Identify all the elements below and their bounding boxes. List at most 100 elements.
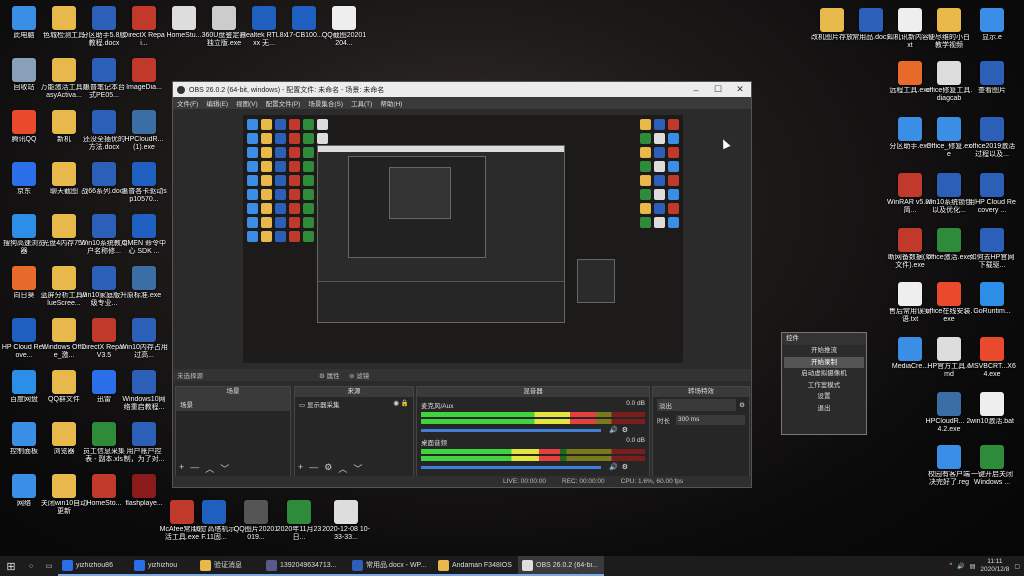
obs-logo-icon (177, 85, 185, 94)
desktop-icon[interactable]: win10系统锁包以及优化... (925, 169, 973, 225)
desktop-icon[interactable]: Office_修复.exe (925, 113, 973, 169)
speaker-icon[interactable]: 🔊 (609, 463, 618, 471)
taskbar-app[interactable]: 1392049634713... (262, 556, 348, 576)
add-icon[interactable]: + (179, 462, 184, 475)
desktop-icon[interactable]: win10激活.bat (968, 388, 1016, 444)
volume-icon[interactable]: 🔊 (957, 563, 964, 570)
menu-item[interactable]: 场景集合(S) (304, 98, 347, 108)
taskbar-app[interactable]: 验证消息 (196, 556, 262, 576)
desktop-icon[interactable]: 校园有客户端决完好了.reg (925, 441, 973, 497)
desktop-icon[interactable]: MSVBCRT...X64.exe (968, 333, 1016, 389)
desktop-icon[interactable]: office2019激活过程以及... (968, 113, 1016, 169)
desktop-icon[interactable]: office修复工具.diagcab (925, 57, 973, 113)
up-icon[interactable]: ︿ (205, 462, 214, 475)
taskbar-app[interactable]: OBS 26.0.2 (64-bi... (518, 556, 604, 576)
gear-icon[interactable]: ⚙ (622, 463, 628, 471)
filters-button[interactable]: ⊚ 滤镜 (349, 370, 369, 380)
clock[interactable]: 11:11 2020/12/8 (980, 558, 1009, 574)
desktop-icon[interactable]: 查看图片 (968, 57, 1016, 113)
desktop-icon[interactable]: 便尽维的小白教学视频 (925, 4, 973, 60)
menu-item[interactable]: 视图(V) (232, 98, 262, 108)
remove-icon[interactable]: — (190, 462, 199, 475)
menu-item[interactable]: 文件(F) (173, 98, 202, 108)
desktop-icon[interactable]: 用HP Cloud Recovery ... (968, 169, 1016, 225)
menu-item[interactable]: 帮助(H) (376, 98, 406, 108)
down-icon[interactable]: ﹀ (353, 462, 362, 475)
taskbar-app[interactable]: yizhizhou86 (58, 556, 130, 576)
start-button[interactable]: ⊞ (0, 556, 22, 576)
transition-select[interactable]: 淡出 (657, 399, 737, 411)
obs-preview-canvas[interactable] (243, 115, 683, 363)
obs-menu-bar: 文件(F) 编辑(E) 视图(V) 配置文件(P) 场景集合(S) 工具(T) 帮助(H) (173, 97, 751, 109)
desktop-icon[interactable]: OMEN 命令中心 SDK ... (120, 210, 168, 266)
network-icon[interactable]: ▤ (970, 563, 976, 570)
desktop-icon[interactable]: 原标准.exe (120, 262, 168, 318)
desktop-icon-image (12, 422, 36, 446)
maximize-icon[interactable]: ☐ (707, 82, 729, 97)
desktop-icon[interactable]: QQ截图20201204... (320, 2, 368, 58)
desktop-icon[interactable]: 16寸高塔机示 F.11固... (190, 496, 238, 552)
desktop-icon[interactable]: 2020-12-08 10-33-33... (322, 496, 370, 552)
desktop-icon[interactable]: office在线安装.exe (925, 278, 973, 334)
obs-title-bar[interactable]: OBS 26.0.2 (64-bit, windows) - 配置文件: 未命名… (173, 82, 751, 97)
menu-item[interactable]: 配置文件(P) (262, 98, 305, 108)
desktop-icon[interactable]: ImageDia... (120, 54, 168, 110)
duration-input[interactable]: 300 ms (676, 415, 745, 425)
desktop-icon[interactable]: HP官方工具.cmd (925, 333, 973, 389)
desktop-icon-label: 惠普各卡驱动sp10570... (121, 188, 167, 203)
desktop-icon-label: MSVBCRT...X64.exe (968, 363, 1016, 378)
obs-window[interactable]: OBS 26.0.2 (64-bit, windows) - 配置文件: 未命名… (172, 81, 752, 488)
close-icon[interactable]: ✕ (729, 82, 751, 97)
gear-icon[interactable]: ⚙ (324, 462, 332, 475)
down-icon[interactable]: ﹀ (220, 462, 229, 475)
desktop-icon[interactable]: 用户账户控制，为了对... (120, 418, 168, 474)
desktop-icon[interactable]: office激活.exe (925, 224, 973, 280)
minimize-icon[interactable]: – (685, 82, 707, 97)
desktop-icon[interactable]: GoRuntim... (968, 278, 1016, 334)
add-icon[interactable]: + (298, 462, 303, 475)
taskbar-app[interactable]: yizhizhou (130, 556, 196, 576)
desktop-icon[interactable]: 如何去HP官网下载驱... (968, 224, 1016, 280)
desktop-icon-image (212, 6, 236, 30)
desktop-icon[interactable]: Windows10网络重启教程... (120, 366, 168, 422)
controls-menu-item[interactable]: 设置 (784, 391, 864, 403)
desktop-icon[interactable]: QQ图片20201019... (232, 496, 280, 552)
desktop-icon[interactable]: HPCloudR...(1).exe (120, 106, 168, 162)
desktop-icon-image (332, 6, 356, 30)
taskbar-app[interactable]: Andaman F348IOS (434, 556, 518, 576)
audio-meter (421, 419, 645, 424)
gear-icon[interactable]: ⚙ (739, 401, 745, 409)
desktop-icon[interactable]: 一键开启关闭Windows ... (968, 441, 1016, 497)
properties-button[interactable]: ⚙ 属性 (319, 370, 340, 380)
menu-item[interactable]: 工具(T) (347, 98, 376, 108)
desktop-icon[interactable]: 显示.e (968, 4, 1016, 60)
up-icon[interactable]: ︿ (338, 462, 347, 475)
scene-item[interactable]: 场景 (176, 397, 290, 411)
desktop-icon[interactable]: HPCloudR... 2.4.2.exe (925, 388, 973, 444)
search-button[interactable]: ○ (22, 556, 40, 576)
source-item[interactable]: ▭ 显示器采集 ◉ 🔒 (295, 397, 413, 411)
task-view-button[interactable]: ▭ (40, 556, 58, 576)
remove-icon[interactable]: — (309, 462, 318, 475)
visibility-eye-icon[interactable]: ◉ 🔒 (393, 399, 409, 409)
controls-menu-item[interactable]: 工作室模式 (784, 380, 864, 392)
controls-menu-item[interactable]: 开始录制 (784, 356, 864, 368)
gear-icon[interactable]: ⚙ (622, 426, 628, 434)
desktop-icon[interactable]: Win10内存占用过高... (120, 314, 168, 370)
taskbar-app[interactable]: 常用品.docx - WP... (348, 556, 434, 576)
volume-slider[interactable] (421, 428, 601, 432)
desktop-icon-image (12, 318, 36, 342)
desktop-icon-image (980, 337, 1004, 361)
controls-menu-item[interactable]: 退出 (784, 403, 864, 415)
taskbar-app-label: 验证消息 (214, 562, 242, 569)
volume-slider[interactable] (421, 465, 601, 469)
desktop-icon[interactable]: 惠普各卡驱动sp10570... (120, 158, 168, 214)
speaker-icon[interactable]: 🔊 (609, 426, 618, 434)
controls-menu-item[interactable]: 开始推流 (784, 345, 864, 357)
notification-icon[interactable]: ▢ (1014, 563, 1020, 570)
desktop-icon[interactable]: 2020年11月23日... (275, 496, 323, 552)
controls-menu-item[interactable]: 启动虚拟摄像机 (784, 368, 864, 380)
menu-item[interactable]: 编辑(E) (202, 98, 232, 108)
chevron-up-icon[interactable]: ^ (949, 563, 952, 569)
desktop-icon-image (12, 370, 36, 394)
